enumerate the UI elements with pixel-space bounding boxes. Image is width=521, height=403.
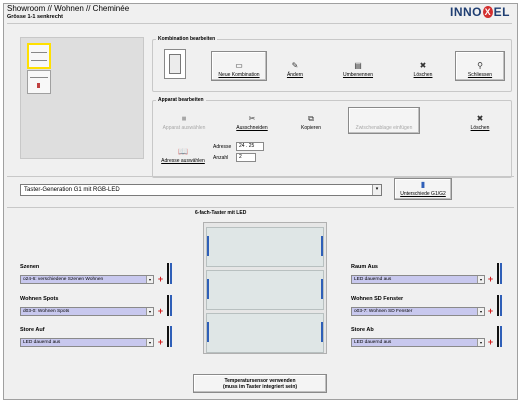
breadcrumb-title: Showroom // Wohnen // Cheminée [7,4,130,13]
combination-thumbnail [164,49,186,79]
kombination-legend: Kombination bearbeiten [158,36,216,42]
led-indicator-blue [170,326,172,347]
umbenennen-button[interactable]: ▤ Umbenennen [330,51,386,81]
preview-module-selected[interactable] [27,43,51,69]
function-select-right-3[interactable]: LED dauernd aus ▾ [351,338,485,347]
led-indicator-black [497,263,499,284]
led-indicator-blue [500,263,502,284]
led-indicator-black [167,263,169,284]
add-function-icon[interactable]: + [156,338,165,347]
rocker-top[interactable] [206,227,324,267]
function-select-right-1[interactable]: LED dauernd aus ▾ [351,275,485,284]
function-label-left-2: Wohnen Spots [20,296,59,302]
taster-generation-select[interactable]: Taster-Generation G1 mit RGB-LED ▾ [20,184,382,196]
adresse-label: Adresse [213,144,232,150]
function-select-left-1[interactable]: o24-6: verschiedene Szenen Wohnen ▾ [20,275,154,284]
chevron-down-icon[interactable]: ▾ [477,276,484,283]
chevron-down-icon[interactable]: ▾ [372,185,381,195]
copy-icon: ⧉ [308,114,314,123]
led-indicator-black [167,326,169,347]
add-function-icon[interactable]: + [156,275,165,284]
unterschiede-g1g2-button[interactable]: ▮ Unterschiede G1/G2 [394,178,452,200]
function-label-right-2: Wohnen SD Fenster [351,296,404,302]
book-icon: 📖 [178,147,188,156]
select-device-icon: ■ [181,114,187,123]
section-divider [7,176,514,177]
apparat-auswaehlen-button[interactable]: ■ Apparat auswählen [157,108,211,134]
header-divider [7,23,512,24]
adresse-auswaehlen-button[interactable]: 📖 Adresse auswählen [157,140,209,167]
function-label-left-3: Store Auf [20,327,45,333]
delete-icon: ✖ [419,61,427,70]
chevron-down-icon[interactable]: ▾ [146,339,153,346]
led-indicator-blue [170,295,172,316]
function-label-right-3: Store Ab [351,327,374,333]
aendern-button[interactable]: ✎ Ändern [270,51,320,81]
adresse-field[interactable]: 24 . 25 [236,142,264,151]
rename-icon: ▤ [354,61,362,70]
apparat-legend: Apparat bearbeiten [158,97,204,103]
ausschneiden-button[interactable]: ✂ Ausschneiden [225,108,279,134]
new-document-icon: ▭ [235,61,243,70]
led-indicator-black [497,326,499,347]
temperatursensor-button[interactable]: Temperatursensor verwenden (muss im Tast… [193,374,327,393]
anzahl-label: Anzahl [213,155,229,161]
function-select-left-3[interactable]: LED dauernd aus ▾ [20,338,154,347]
preview-module[interactable] [27,70,51,94]
chevron-down-icon[interactable]: ▾ [146,276,153,283]
neue-kombination-button[interactable]: ▭ Neue Kombination [211,51,267,81]
chevron-down-icon[interactable]: ▾ [477,308,484,315]
add-function-icon[interactable]: + [486,338,495,347]
edit-icon: ✎ [291,61,299,70]
schliessen-button[interactable]: ⚲ Schliessen [455,51,505,81]
kopieren-button[interactable]: ⧉ Kopieren [284,108,338,134]
led-indicator-blue [170,263,172,284]
chevron-down-icon[interactable]: ▾ [477,339,484,346]
combination-preview[interactable] [20,37,144,159]
device-title: 6-fach-Taster mit LED [195,210,247,216]
function-label-right-1: Raum Aus [351,264,378,270]
function-select-left-2[interactable]: d03-0: Wohnen Spots ▾ [20,307,154,316]
function-label-left-1: Szenen [20,264,40,270]
led-indicator-black [497,295,499,316]
chevron-down-icon[interactable]: ▾ [146,308,153,315]
apparat-loeschen-button[interactable]: ✖ Löschen [455,108,505,134]
rocker-middle[interactable] [206,270,324,310]
combination-size-label: Grösse 1-1 senkrecht [7,14,63,20]
kombination-loeschen-button[interactable]: ✖ Löschen [395,51,451,81]
function-select-right-2[interactable]: o03-7: Wohnen SD Fenster ▾ [351,307,485,316]
cut-icon: ✂ [248,114,256,123]
add-function-icon[interactable]: + [156,307,165,316]
switch-plate [203,222,327,354]
led-indicator-black [167,295,169,316]
led-indicator-blue [500,326,502,347]
info-icon: ▮ [420,180,426,189]
rocker-bottom[interactable] [206,313,324,353]
anzahl-field[interactable]: 2 [236,153,256,162]
add-function-icon[interactable]: + [486,275,495,284]
add-function-icon[interactable]: + [486,307,495,316]
close-door-icon: ⚲ [477,61,483,70]
zwischenablage-einfuegen-button[interactable]: Zwischenablage einfügen [348,107,420,134]
delete-icon: ✖ [476,114,484,123]
led-indicator-blue [500,295,502,316]
